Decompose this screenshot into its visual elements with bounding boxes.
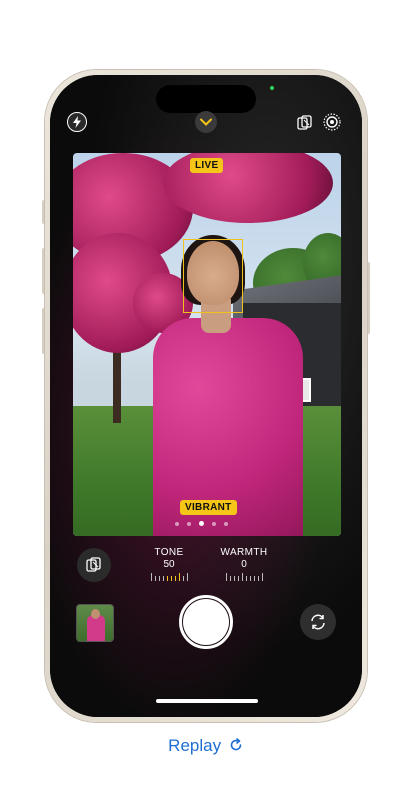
flash-icon[interactable]: [67, 112, 87, 132]
replay-icon: [228, 737, 244, 757]
page-dot: [224, 521, 228, 526]
live-photo-icon[interactable]: [322, 112, 342, 132]
style-page-indicator: [175, 521, 228, 526]
warmth-value: 0: [241, 559, 247, 570]
page-dot: [212, 521, 216, 526]
warmth-slider[interactable]: WARMTH 0: [218, 547, 270, 581]
page-dot: [175, 521, 179, 526]
tone-ticks: [143, 573, 195, 581]
home-indicator[interactable]: [156, 699, 258, 703]
tone-label: TONE: [154, 547, 184, 558]
replay-label: Replay: [168, 736, 222, 755]
live-badge[interactable]: LIVE: [190, 158, 224, 173]
viewfinder[interactable]: [73, 153, 341, 536]
phone-screen: LIVE VIBRANT TONE 50 WARMTH 0: [50, 75, 362, 717]
camera-in-use-indicator: [270, 86, 274, 90]
shutter-button[interactable]: [183, 599, 229, 645]
chevron-up-icon[interactable]: [195, 111, 217, 133]
page-dot: [187, 521, 191, 526]
tone-value: 50: [163, 559, 175, 570]
tone-slider[interactable]: TONE 50: [143, 547, 195, 581]
page-dot-active: [199, 521, 204, 526]
dynamic-island: [156, 85, 256, 113]
styles-toggle-button[interactable]: [77, 548, 111, 582]
warmth-label: WARMTH: [220, 547, 268, 558]
last-photo-thumbnail[interactable]: [76, 604, 114, 642]
photographic-styles-icon[interactable]: [295, 113, 315, 133]
face-detection-box: [183, 239, 243, 313]
replay-link[interactable]: Replay: [0, 736, 412, 757]
camera-flip-icon[interactable]: [300, 604, 336, 640]
style-badge[interactable]: VIBRANT: [180, 500, 237, 515]
warmth-ticks: [218, 573, 270, 581]
